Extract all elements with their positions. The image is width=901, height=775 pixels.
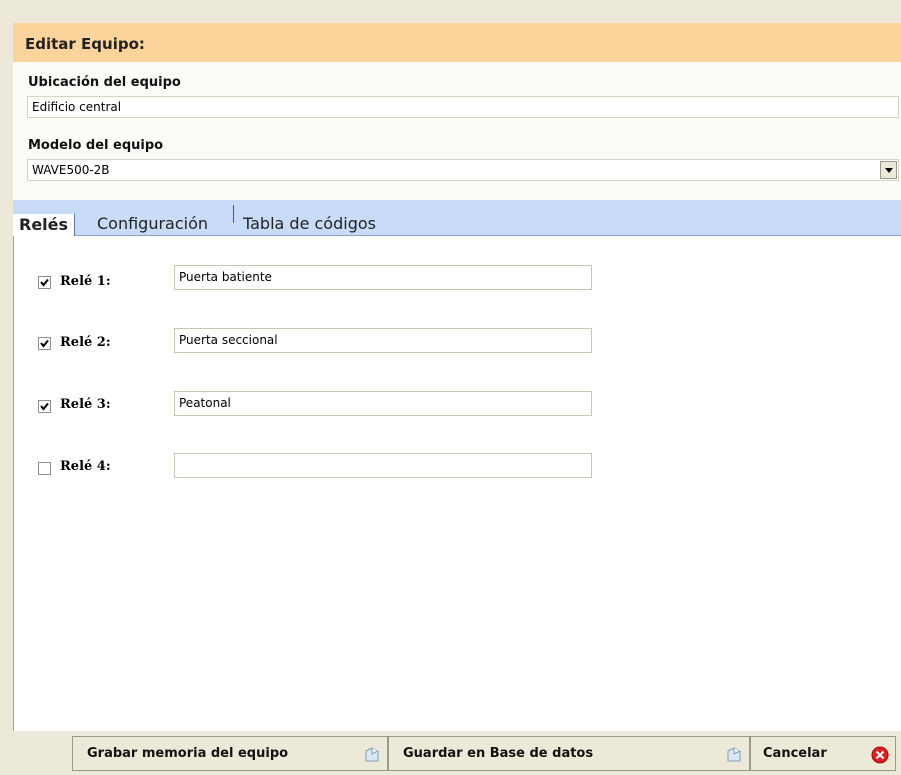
relay-1-label: Relé 1: xyxy=(60,274,111,289)
tab-separator xyxy=(233,205,234,223)
chevron-down-icon xyxy=(884,167,893,173)
tab-reles[interactable]: Relés xyxy=(13,213,76,238)
relay-4-checkbox[interactable] xyxy=(38,462,51,475)
relay-3-checkbox[interactable] xyxy=(38,400,51,413)
relays-tab-content: Relé 1: Puerta batiente Relé 2: Puerta s… xyxy=(13,236,901,731)
relay-1-input[interactable]: Puerta batiente xyxy=(174,265,592,290)
write-memory-button[interactable]: Grabar memoria del equipo xyxy=(72,736,388,771)
close-circle-icon xyxy=(871,746,889,764)
equipment-panel: Ubicación del equipo Edificio central Mo… xyxy=(13,62,901,200)
document-icon xyxy=(365,747,379,762)
relay-3-input[interactable]: Peatonal xyxy=(174,391,592,416)
relay-4-label: Relé 4: xyxy=(60,459,111,474)
save-db-label: Guardar en Base de datos xyxy=(403,746,594,761)
relay-2-input[interactable]: Puerta seccional xyxy=(174,328,592,353)
model-select[interactable]: WAVE500-2B xyxy=(27,159,899,181)
save-db-button[interactable]: Guardar en Base de datos xyxy=(388,736,750,771)
cancel-label: Cancelar xyxy=(763,746,827,761)
relay-2-label: Relé 2: xyxy=(60,335,111,350)
tab-tabla-codigos[interactable]: Tabla de códigos xyxy=(243,213,376,236)
relay-3-label: Relé 3: xyxy=(60,397,111,412)
dialog-header: Editar Equipo: xyxy=(13,23,901,62)
model-label: Modelo del equipo xyxy=(28,138,164,153)
document-icon xyxy=(727,747,741,762)
checkmark-icon xyxy=(40,402,49,411)
relay-4-input[interactable] xyxy=(174,453,592,478)
location-input[interactable]: Edificio central xyxy=(27,96,899,118)
model-dropdown-button[interactable] xyxy=(880,161,897,179)
checkmark-icon xyxy=(40,339,49,348)
checkmark-icon xyxy=(40,278,49,287)
dialog-title: Editar Equipo: xyxy=(25,35,145,53)
tab-bar: Relés Configuración Tabla de códigos xyxy=(13,200,901,238)
cancel-button[interactable]: Cancelar xyxy=(750,736,896,771)
relay-1-checkbox[interactable] xyxy=(38,276,51,289)
top-strip xyxy=(0,0,901,23)
tab-configuracion[interactable]: Configuración xyxy=(97,213,208,236)
relay-2-checkbox[interactable] xyxy=(38,337,51,350)
model-select-value: WAVE500-2B xyxy=(32,163,110,177)
write-memory-label: Grabar memoria del equipo xyxy=(87,746,289,761)
location-label: Ubicación del equipo xyxy=(28,75,181,90)
